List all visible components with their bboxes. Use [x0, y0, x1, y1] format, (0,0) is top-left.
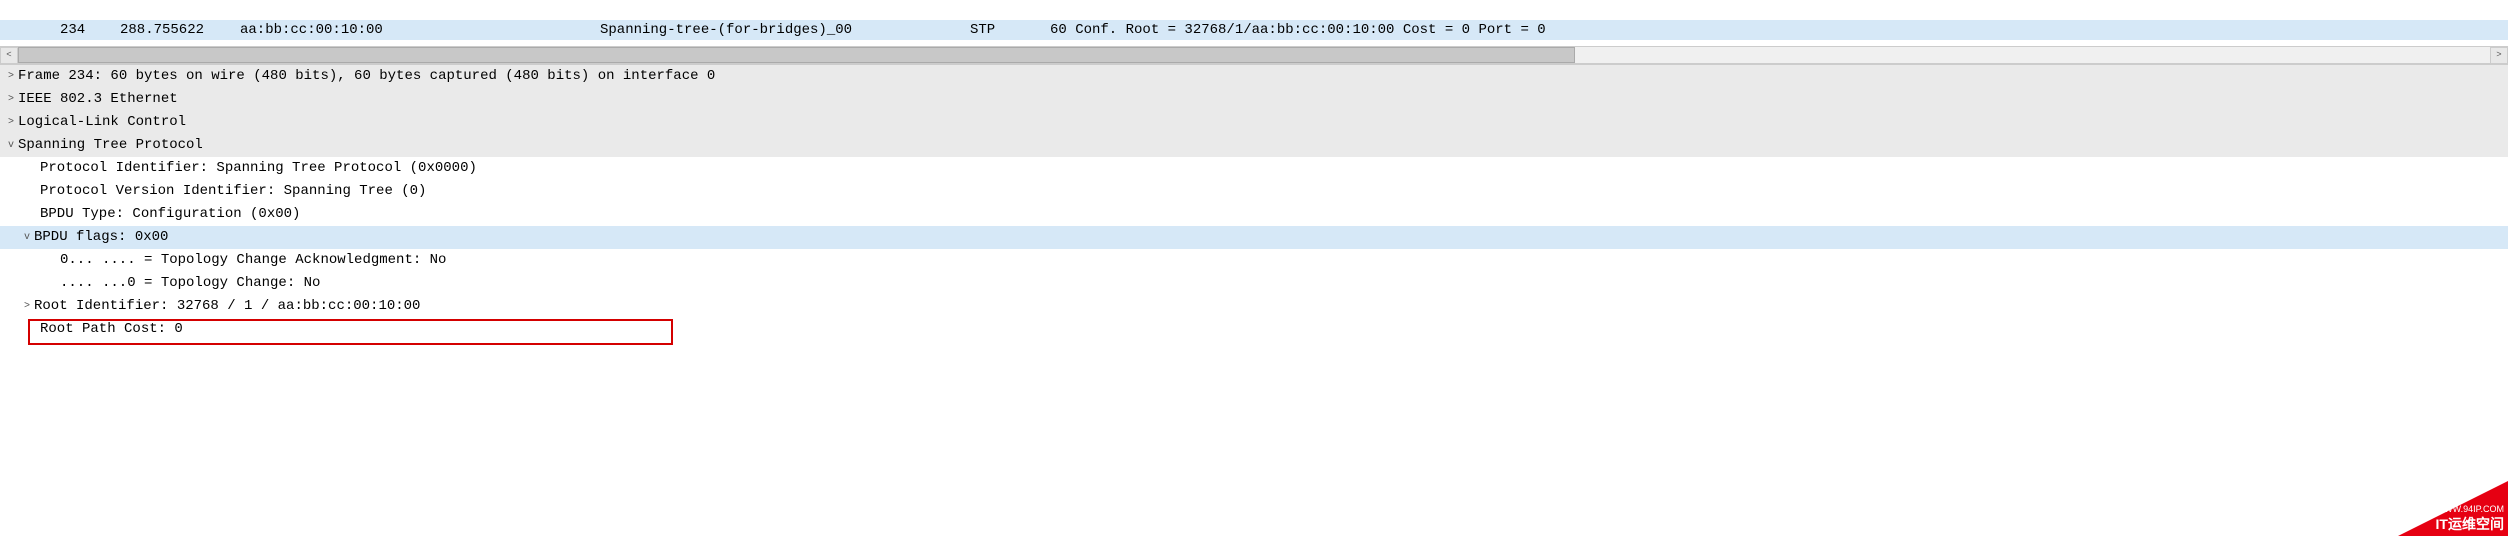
packet-row[interactable]: 234 288.755622 aa:bb:cc:00:10:00 Spannin…	[0, 20, 2508, 40]
col-info	[1050, 0, 2508, 20]
tree-root-cost[interactable]: Root Path Cost: 0	[0, 318, 2508, 341]
col-time: 288.755622	[120, 20, 240, 40]
bpdu-flags: BPDU flags: 0x00	[34, 226, 168, 249]
tree-root-id[interactable]: >Root Identifier: 32768 / 1 / aa:bb:cc:0…	[0, 295, 2508, 318]
topology-change-ack: 0... .... = Topology Change Acknowledgme…	[60, 249, 446, 272]
brand-url: WWW.94IP.COM	[2436, 504, 2504, 514]
brand-name: IT运维空间	[2436, 514, 2504, 534]
packet-details-pane[interactable]: >Frame 234: 60 bytes on wire (480 bits),…	[0, 64, 2508, 341]
protocol-version: Protocol Version Identifier: Spanning Tr…	[40, 180, 426, 203]
scroll-thumb[interactable]	[18, 47, 1575, 63]
tree-frame[interactable]: >Frame 234: 60 bytes on wire (480 bits),…	[0, 65, 2508, 88]
ieee-8023: IEEE 802.3 Ethernet	[18, 88, 178, 111]
tree-proto-id[interactable]: Protocol Identifier: Spanning Tree Proto…	[0, 157, 2508, 180]
protocol-identifier: Protocol Identifier: Spanning Tree Proto…	[40, 157, 477, 180]
col-protocol	[970, 0, 1050, 20]
root-path-cost: Root Path Cost: 0	[40, 318, 183, 341]
col-destination	[600, 0, 970, 20]
bpdu-type: BPDU Type: Configuration (0x00)	[40, 203, 300, 226]
root-identifier: Root Identifier: 32768 / 1 / aa:bb:cc:00…	[34, 295, 420, 318]
tree-flag-tca[interactable]: 0... .... = Topology Change Acknowledgme…	[0, 249, 2508, 272]
chevron-down-icon: v	[4, 134, 18, 157]
stp-header: Spanning Tree Protocol	[18, 134, 203, 157]
tree-bpdu-flags[interactable]: vBPDU flags: 0x00	[0, 226, 2508, 249]
logical-link-control: Logical-Link Control	[18, 111, 186, 134]
scroll-left-button[interactable]: <	[0, 47, 18, 64]
col-info: 60 Conf. Root = 32768/1/aa:bb:cc:00:10:0…	[1050, 20, 2508, 40]
col-source: aa:bb:cc:00:10:00	[240, 20, 600, 40]
col-no: 234	[60, 20, 120, 40]
packet-list[interactable]: 234 288.755622 aa:bb:cc:00:10:00 Spannin…	[0, 0, 2508, 46]
col-protocol: STP	[970, 20, 1050, 40]
scroll-right-button[interactable]: >	[2490, 47, 2508, 64]
col-no	[60, 0, 120, 20]
chevron-right-icon: >	[4, 88, 18, 111]
tree-proto-ver[interactable]: Protocol Version Identifier: Spanning Tr…	[0, 180, 2508, 203]
chevron-right-icon: >	[4, 65, 18, 88]
packet-row[interactable]	[0, 0, 2508, 20]
tree-bpdu-type[interactable]: BPDU Type: Configuration (0x00)	[0, 203, 2508, 226]
scroll-track[interactable]	[18, 47, 2490, 63]
tree-llc[interactable]: >Logical-Link Control	[0, 111, 2508, 134]
chevron-right-icon: >	[20, 295, 34, 318]
tree-stp[interactable]: vSpanning Tree Protocol	[0, 134, 2508, 157]
tree-flag-tc[interactable]: .... ...0 = Topology Change: No	[0, 272, 2508, 295]
horizontal-scrollbar[interactable]: < >	[0, 46, 2508, 64]
chevron-down-icon: v	[20, 226, 34, 249]
col-destination: Spanning-tree-(for-bridges)_00	[600, 20, 970, 40]
col-time	[120, 0, 240, 20]
col-source	[240, 0, 600, 20]
frame-summary: Frame 234: 60 bytes on wire (480 bits), …	[18, 65, 715, 88]
chevron-right-icon: >	[4, 111, 18, 134]
topology-change: .... ...0 = Topology Change: No	[60, 272, 320, 295]
tree-ieee[interactable]: >IEEE 802.3 Ethernet	[0, 88, 2508, 111]
